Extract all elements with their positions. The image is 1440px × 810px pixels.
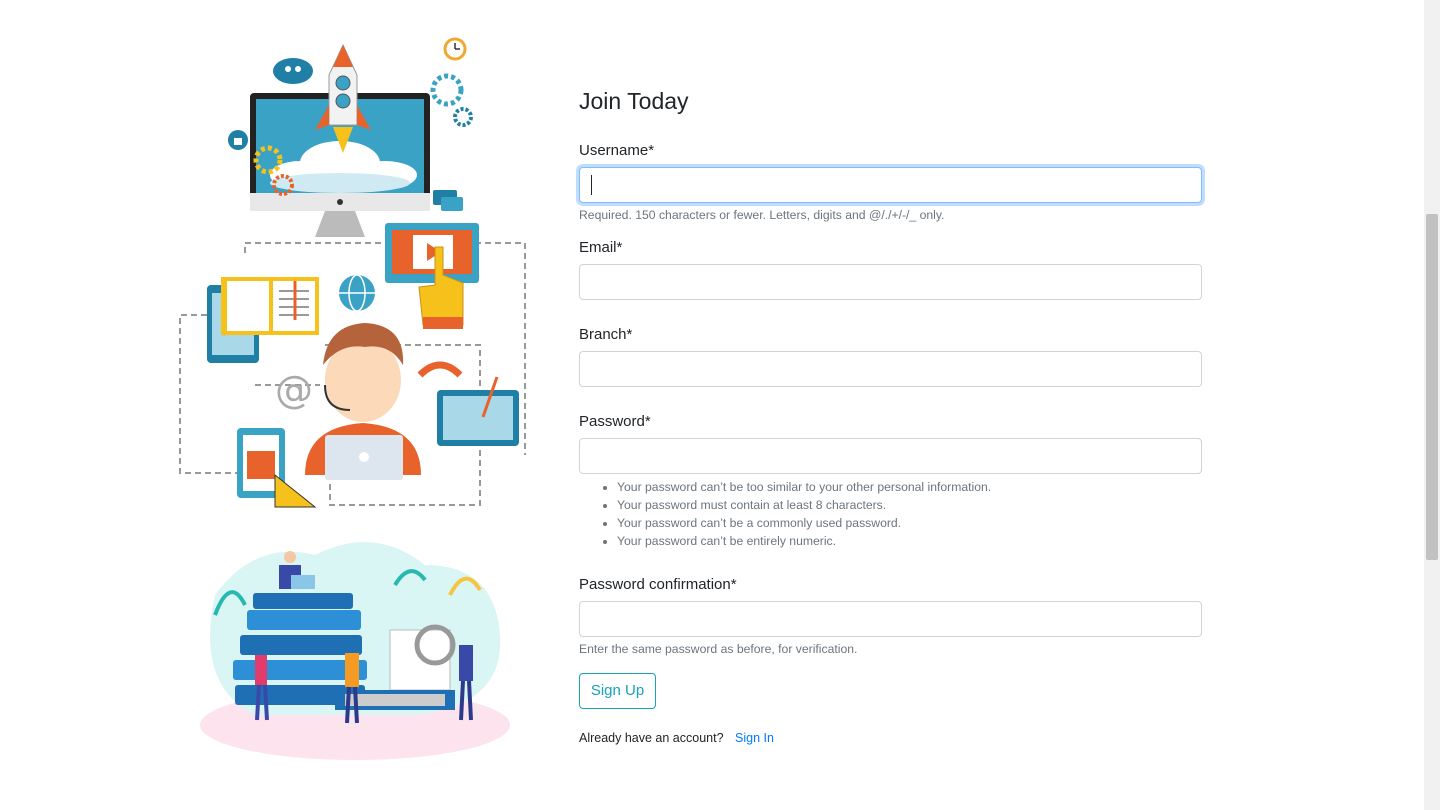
username-wrap xyxy=(579,167,1202,203)
password-confirmation-group: Password confirmation* Enter the same pa… xyxy=(579,574,1202,659)
password-rule: Your password can’t be too similar to yo… xyxy=(617,478,1202,496)
password-rules: Your password can’t be too similar to yo… xyxy=(617,478,1202,550)
signup-form: Join Today Username* Required. 150 chara… xyxy=(579,86,1202,747)
email-label: Email* xyxy=(579,239,623,256)
email-group: Email* xyxy=(579,237,1202,300)
password-input[interactable] xyxy=(579,438,1202,474)
password-label: Password* xyxy=(579,413,651,430)
username-label: Username* xyxy=(579,142,655,159)
password-confirmation-input[interactable] xyxy=(579,601,1202,637)
vertical-scrollbar[interactable] xyxy=(1424,0,1440,810)
username-help: Required. 150 characters or fewer. Lette… xyxy=(579,208,945,222)
branch-input[interactable] xyxy=(579,351,1202,387)
password-confirmation-help: Enter the same password as before, for v… xyxy=(579,642,858,656)
password-rule: Your password can’t be entirely numeric. xyxy=(617,532,1202,550)
page: @ Join Today Username* Required. 150 cha… xyxy=(0,0,1424,810)
svg-text:@: @ xyxy=(275,368,313,412)
email-input[interactable] xyxy=(579,264,1202,300)
branch-group: Branch* xyxy=(579,324,1202,387)
password-rule: Your password must contain at least 8 ch… xyxy=(617,496,1202,514)
password-confirmation-label: Password confirmation* xyxy=(579,576,737,593)
account-row: Already have an account? Sign In xyxy=(579,729,1202,747)
branch-label: Branch* xyxy=(579,326,633,343)
elearning-illustration: @ xyxy=(179,37,526,508)
sign-in-link[interactable]: Sign In xyxy=(735,731,774,745)
scrollbar-thumb[interactable] xyxy=(1426,214,1438,560)
password-rule: Your password can’t be a commonly used p… xyxy=(617,514,1202,532)
sign-up-button[interactable]: Sign Up xyxy=(579,673,656,709)
books-people-illustration xyxy=(200,542,510,760)
account-prompt: Already have an account? xyxy=(579,731,724,745)
username-group: Username* Required. 150 characters or fe… xyxy=(579,140,1202,225)
page-title: Join Today xyxy=(579,88,689,114)
password-group: Password* Your password can’t be too sim… xyxy=(579,411,1202,550)
text-caret xyxy=(591,175,592,195)
username-input[interactable] xyxy=(579,167,1202,203)
